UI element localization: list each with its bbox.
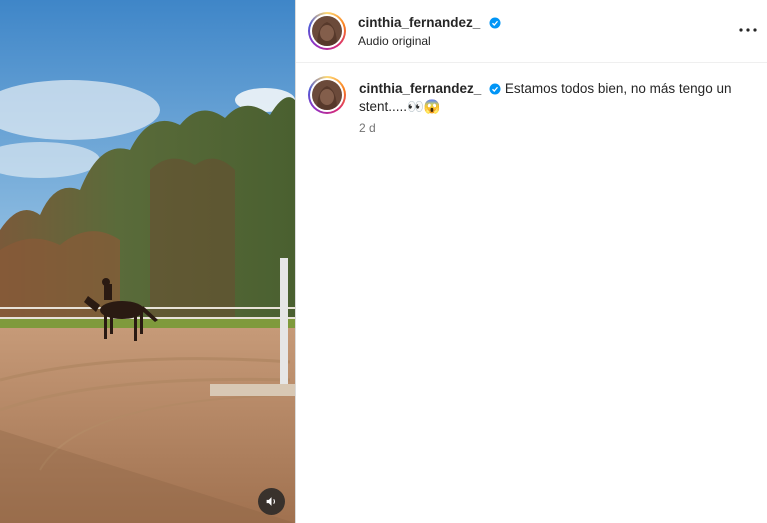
post-video[interactable]	[0, 0, 295, 523]
verified-badge-icon	[489, 83, 501, 95]
post-details-panel: cinthia_fernandez_ Audio original cinthi…	[295, 0, 767, 523]
header-username[interactable]: cinthia_fernandez_	[358, 15, 480, 30]
caption-emoji: 👀😱	[407, 99, 441, 114]
profile-photo	[312, 80, 342, 110]
verified-badge-icon	[489, 17, 501, 29]
audio-label[interactable]: Audio original	[358, 34, 431, 48]
post-timestamp[interactable]: 2 d	[359, 121, 376, 135]
volume-icon	[266, 497, 276, 506]
caption-avatar[interactable]	[308, 76, 346, 114]
video-frame-image	[0, 0, 295, 523]
caption-text-block: cinthia_fernandez_ Estamos todos bien, n…	[359, 80, 744, 116]
avatar[interactable]	[308, 12, 346, 50]
more-options-button[interactable]	[736, 18, 760, 42]
caption-username[interactable]: cinthia_fernandez_	[359, 81, 481, 96]
profile-photo	[312, 16, 342, 46]
more-horizontal-icon	[739, 28, 757, 32]
volume-button[interactable]	[258, 488, 285, 515]
post-header: cinthia_fernandez_ Audio original	[296, 0, 767, 63]
